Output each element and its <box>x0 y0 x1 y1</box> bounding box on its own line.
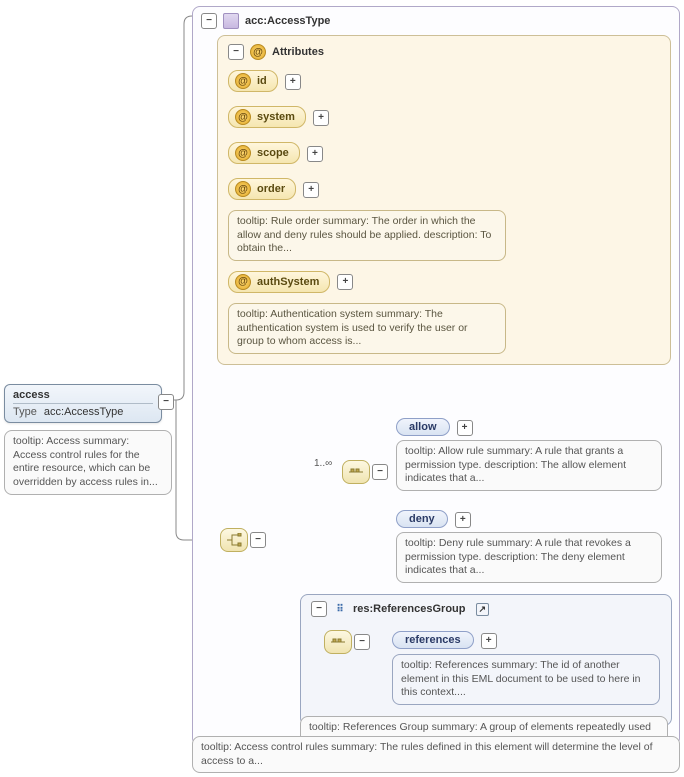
el-name: allow <box>409 421 437 433</box>
expand-icon[interactable]: + <box>337 274 353 290</box>
sequence-compositor[interactable] <box>324 630 352 654</box>
expand-icon[interactable]: + <box>457 420 473 436</box>
attribute-order: @ order + <box>228 178 660 204</box>
tooltip-accesstype: tooltip: Access control rules summary: T… <box>192 736 680 773</box>
element-name: access <box>13 389 153 404</box>
element-deny[interactable]: deny <box>396 510 448 528</box>
expand-icon[interactable]: + <box>285 74 301 90</box>
collapse-icon[interactable]: − <box>354 634 370 650</box>
refgroup-title: res:ReferencesGroup <box>353 603 466 615</box>
complextype-icon <box>223 13 239 29</box>
attr-name: authSystem <box>257 276 319 288</box>
expand-icon[interactable]: + <box>303 182 319 198</box>
collapse-icon[interactable]: − <box>158 394 174 410</box>
attr-chip[interactable]: @ order <box>228 178 296 200</box>
el-name: references <box>405 634 461 646</box>
attribute-authsystem: @ authSystem + <box>228 271 660 297</box>
tooltip-deny: tooltip: Deny rule summary: A rule that … <box>396 532 662 583</box>
sequence-compositor[interactable] <box>342 460 370 484</box>
attr-name: id <box>257 75 267 87</box>
expand-icon[interactable]: + <box>455 512 471 528</box>
attribute-icon: @ <box>235 274 251 290</box>
expand-icon[interactable]: + <box>313 110 329 126</box>
tooltip-references: tooltip: References summary: The id of a… <box>392 654 660 705</box>
tooltip-order: tooltip: Rule order summary: The order i… <box>228 210 506 261</box>
attr-chip[interactable]: @ system <box>228 106 306 128</box>
occurrence-label: 1..∞ <box>314 458 332 469</box>
collapse-icon[interactable]: − <box>228 44 244 60</box>
tooltip-access: tooltip: Access summary: Access control … <box>4 430 172 495</box>
attr-name: system <box>257 111 295 123</box>
tooltip-allow: tooltip: Allow rule summary: A rule that… <box>396 440 662 491</box>
attr-name: order <box>257 183 285 195</box>
attribute-icon: @ <box>235 73 251 89</box>
collapse-icon[interactable]: − <box>250 532 266 548</box>
attr-chip[interactable]: @ scope <box>228 142 300 164</box>
expand-icon[interactable]: + <box>481 633 497 649</box>
attribute-icon: @ <box>235 145 251 161</box>
tooltip-authsystem: tooltip: Authentication system summary: … <box>228 303 506 354</box>
attribute-icon: @ <box>235 109 251 125</box>
expand-icon[interactable]: + <box>307 146 323 162</box>
type-value: acc:AccessType <box>44 406 123 418</box>
element-references[interactable]: references <box>392 631 474 649</box>
choice-compositor[interactable] <box>220 528 248 552</box>
attribute-icon: @ <box>235 181 251 197</box>
attribute-group-icon: @ <box>250 44 266 60</box>
attribute-id: @ id + <box>228 70 660 96</box>
popout-icon[interactable]: ↗ <box>476 603 490 616</box>
attribute-scope: @ scope + <box>228 142 660 168</box>
attr-chip[interactable]: @ id <box>228 70 278 92</box>
group-icon: ⠿ <box>333 602 347 616</box>
collapse-icon[interactable]: − <box>201 13 217 29</box>
collapse-icon[interactable]: − <box>311 601 327 617</box>
attr-name: scope <box>257 147 289 159</box>
element-access[interactable]: access Type acc:AccessType <box>4 384 162 423</box>
element-allow[interactable]: allow <box>396 418 450 436</box>
collapse-icon[interactable]: − <box>372 464 388 480</box>
attributes-panel: − @ Attributes @ id + @ system + @ scope… <box>217 35 671 365</box>
el-name: deny <box>409 513 435 525</box>
attributes-header: Attributes <box>272 46 324 58</box>
attr-chip[interactable]: @ authSystem <box>228 271 330 293</box>
panel-title: acc:AccessType <box>245 15 330 27</box>
type-label: Type <box>13 406 37 418</box>
attribute-system: @ system + <box>228 106 660 132</box>
